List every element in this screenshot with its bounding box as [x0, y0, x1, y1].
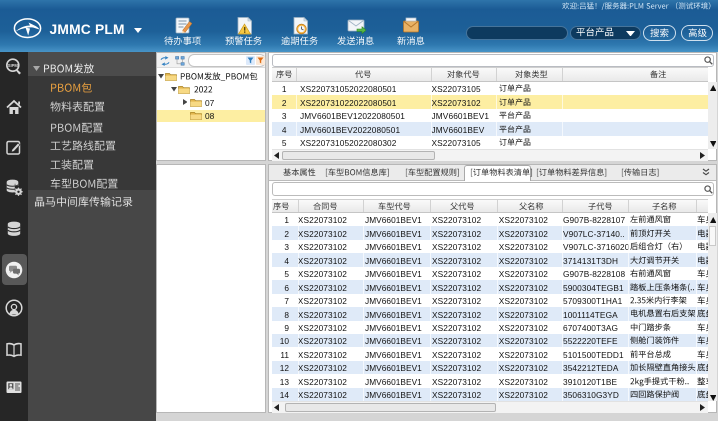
- svg-text:SIPM: SIPM: [8, 63, 19, 68]
